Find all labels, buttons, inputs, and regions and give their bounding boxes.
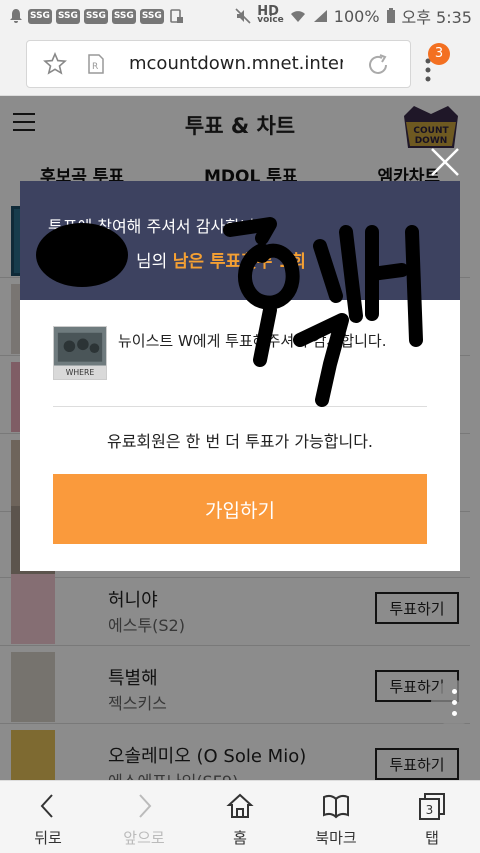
nav-forward-label: 앞으로 <box>123 829 165 847</box>
mute-icon <box>235 8 251 24</box>
nav-bookmark-label: 북마크 <box>315 829 357 847</box>
tabs-icon: 3 <box>419 793 445 820</box>
bookmark-icon <box>323 794 349 819</box>
remaining-votes-line: 님의 남은 투표횟수 1회 <box>48 247 432 272</box>
floating-more-button[interactable] <box>431 680 477 726</box>
nav-forward[interactable]: 앞으로 <box>96 781 192 853</box>
nav-tabs[interactable]: 3 탭 <box>384 781 480 853</box>
join-button[interactable]: 가입하기 <box>53 474 427 544</box>
hd-voice-label: HD voice <box>257 5 284 25</box>
ssg-badge: SSG <box>83 8 108 24</box>
notification-icons: SSG SSG SSG SSG SSG <box>8 8 184 24</box>
ssg-badge: SSG <box>111 8 136 24</box>
reload-icon[interactable] <box>365 52 391 78</box>
ssg-badge: SSG <box>28 8 52 24</box>
browser-toolbar: R mcountdown.mnet.inter 3 <box>0 32 480 96</box>
ssg-badge: SSG <box>55 8 80 24</box>
divider <box>53 406 427 407</box>
dialog-body: WHERE 뉴이스트 W에게 투표해주셔서 감사합니다. 유료회원은 한 번 더… <box>20 300 460 571</box>
tabs-count: 3 <box>426 803 434 817</box>
star-icon[interactable] <box>43 52 67 76</box>
bell-icon <box>10 9 22 23</box>
remaining-prefix: 님의 <box>136 252 168 272</box>
browser-bottom-nav: 뒤로 앞으로 홈 북마크 3 탭 <box>0 780 480 853</box>
back-arrow-icon <box>40 794 53 818</box>
album-art: WHERE <box>53 326 107 380</box>
premium-info-text: 유료회원은 한 번 더 투표가 가능합니다. <box>106 432 374 451</box>
nav-home[interactable]: 홈 <box>192 781 288 853</box>
tab-count-badge[interactable]: 3 <box>428 43 450 65</box>
dialog-header: 투표에 참여해 주셔서 감사합니다. 님의 남은 투표횟수 1회 <box>20 181 460 300</box>
svg-text:R: R <box>92 62 98 72</box>
nav-bookmark[interactable]: 북마크 <box>288 781 384 853</box>
clock: 오후 5:35 <box>401 8 472 27</box>
home-icon <box>226 793 254 818</box>
address-bar[interactable]: R mcountdown.mnet.inter <box>26 40 411 88</box>
system-icons: HD voice 100% 오후 5:35 <box>235 4 472 28</box>
wifi-icon <box>290 11 305 22</box>
nav-home-label: 홈 <box>233 829 247 847</box>
battery-percent: 100% <box>333 6 380 26</box>
nav-back[interactable]: 뒤로 <box>0 781 96 853</box>
screenshot-icon <box>169 9 183 23</box>
vote-thanks-text: 뉴이스트 W에게 투표해주셔서 감사합니다. <box>118 332 387 350</box>
vote-complete-dialog: 투표에 참여해 주셔서 감사합니다. 님의 남은 투표횟수 1회 WHERE 뉴… <box>20 181 460 571</box>
forward-arrow-icon <box>139 794 152 818</box>
remaining-votes-highlight: 남은 투표횟수 1회 <box>172 252 306 272</box>
close-icon[interactable] <box>428 145 462 179</box>
status-bar: SSG SSG SSG SSG SSG HD voice 100% 오후 5:3… <box>0 0 480 32</box>
signal-icon <box>313 10 327 22</box>
reader-mode-icon[interactable]: R <box>87 54 105 74</box>
voice-label: voice <box>257 15 284 25</box>
nav-back-label: 뒤로 <box>34 829 62 847</box>
album-art-text: WHERE <box>66 368 95 377</box>
battery-icon <box>386 8 395 23</box>
ssg-badge: SSG <box>139 8 164 24</box>
dialog-thanks-heading: 투표에 참여해 주셔서 감사합니다. <box>48 217 275 236</box>
url-text[interactable]: mcountdown.mnet.inter <box>129 53 343 74</box>
nav-tabs-label: 탭 <box>425 829 439 847</box>
